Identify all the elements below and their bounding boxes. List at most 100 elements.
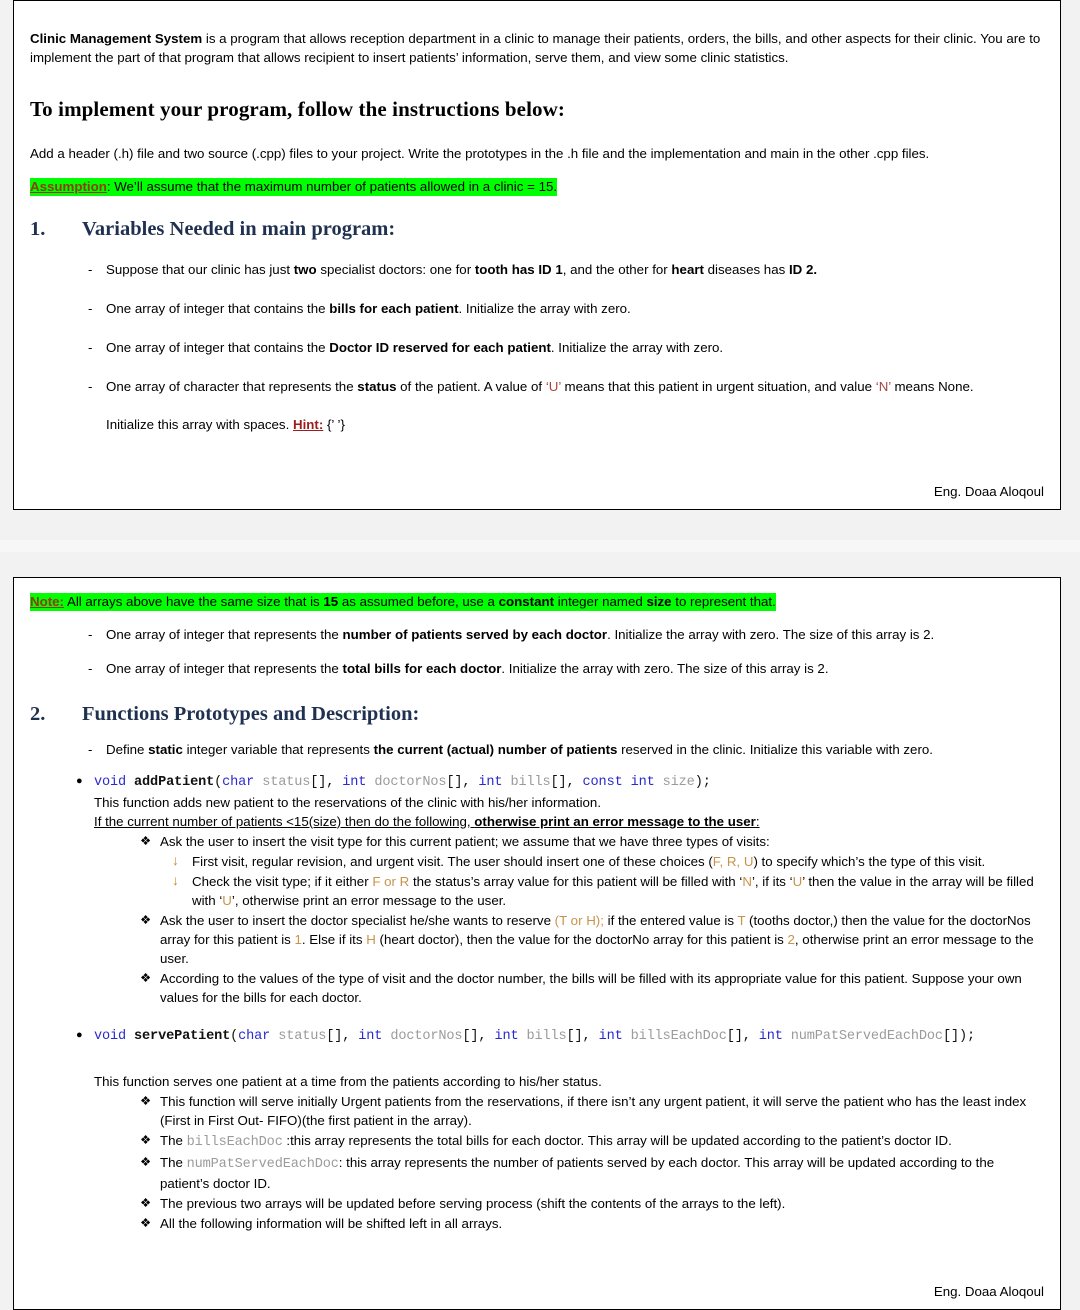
code-token: const	[582, 775, 623, 790]
code-identifier: numPatServedEachDoc	[186, 1157, 339, 1172]
bold-text: two	[293, 262, 317, 277]
code-token: int	[358, 1028, 383, 1044]
text-run: specialist doctors: one for	[316, 262, 475, 277]
hint-label: Hint:	[292, 417, 324, 432]
bold-text: total bills for each doctor	[342, 661, 502, 676]
section-1-title: Variables Needed in main program:	[82, 218, 396, 240]
serve-function-list: void servePatient(char status[], int doc…	[30, 1026, 1044, 1047]
add-patient-bullets: Ask the user to insert the visit type fo…	[30, 832, 1044, 1007]
choice-char: F, R, U	[712, 853, 754, 869]
choice-char: 2	[787, 931, 795, 947]
serve-patient-description: This function serves one patient at a ti…	[94, 1074, 602, 1089]
arrow-bullet-list: First visit, regular revision, and urgen…	[30, 851, 1044, 910]
bold-text: static	[148, 742, 183, 757]
text-run: According to the values of the type of v…	[160, 970, 1022, 1005]
text-run: ’, otherwise print an error message to t…	[231, 892, 507, 908]
code-token: [],	[446, 775, 479, 790]
diamond-bullet-item: Ask the user to insert the visit type fo…	[30, 832, 1044, 851]
code-token: [],	[726, 1028, 759, 1044]
text-run: The	[160, 1133, 187, 1148]
list-item: One array of integer that represents the…	[30, 659, 1044, 679]
code-token: int	[478, 775, 503, 790]
code-token: int	[494, 1028, 519, 1044]
code-token: char	[238, 1028, 271, 1044]
note-label: Note:	[30, 594, 64, 609]
code-token: [],	[566, 1028, 599, 1044]
text-run: Ask the user to insert the doctor specia…	[160, 912, 555, 928]
function-list: void addPatient(char status[], int docto…	[30, 772, 1044, 793]
text-run: if the entered value is	[603, 912, 738, 928]
text-run: The	[160, 1155, 187, 1170]
hint-line: Initialize this array with spaces. Hint:…	[30, 415, 1044, 435]
code-token: doctorNos	[390, 1028, 463, 1044]
text-run: . Initialize the array with zero.	[458, 301, 631, 316]
text-run: . Else if its	[301, 931, 367, 947]
text-run: . Initialize the array with zero. The si…	[501, 661, 829, 676]
text-run: integer named	[554, 594, 647, 609]
serve-patient-function: void servePatient(char status[], int doc…	[30, 1026, 1044, 1047]
intro-paragraph: Clinic Management System is a program th…	[30, 29, 1044, 67]
code-token: char	[222, 775, 255, 790]
choice-char: (T or H);	[554, 912, 604, 928]
diamond-bullet-item: According to the values of the type of v…	[30, 969, 1044, 1007]
text-run: means that this patient in urgent situat…	[560, 379, 876, 394]
assumption-row: Assumption: We’ll assume that the maximu…	[30, 177, 1044, 196]
note-highlight: Note: All arrays above have the same siz…	[30, 593, 776, 611]
serve-patient-bullets: This function will serve initially Urgen…	[30, 1092, 1044, 1233]
add-patient-condition: If the current number of patients <15(si…	[30, 812, 1044, 831]
text-run: One array of integer that represents the	[106, 627, 343, 642]
code-token: void	[94, 1028, 127, 1044]
choice-char: 1	[294, 931, 302, 947]
text-run: to represent that.	[671, 594, 776, 609]
arrow-bullet-item: First visit, regular revision, and urgen…	[30, 851, 1044, 871]
bold-text: Doctor ID reserved for each patient	[329, 340, 551, 355]
section-2-heading: 2. Functions Prototypes and Description:	[30, 703, 1044, 726]
list-item: Define static integer variable that repr…	[30, 740, 1044, 760]
assumption-label: Assumption	[30, 179, 107, 194]
list-item: One array of integer that represents the…	[30, 625, 1044, 645]
code-token: int	[758, 1028, 783, 1044]
list-item: Suppose that our clinic has just two spe…	[30, 260, 1044, 280]
code-token: numPatServedEachDoc	[790, 1028, 943, 1044]
text-run: of the patient. A value of	[396, 379, 546, 394]
code-token: [],	[326, 1028, 359, 1044]
code-token: bills	[510, 775, 551, 790]
add-patient-function: void addPatient(char status[], int docto…	[30, 772, 1044, 793]
choice-char: U	[792, 873, 803, 889]
code-token: billsEachDoc	[630, 1028, 727, 1044]
code-identifier: billsEachDoc	[186, 1135, 283, 1150]
text-run: Define	[106, 742, 149, 757]
text-run: . Initialize the array with zero.	[550, 340, 724, 355]
code-token: [],	[550, 775, 583, 790]
section-2-title: Functions Prototypes and Description:	[82, 703, 420, 725]
text-run: :this array represents the total bills f…	[282, 1133, 952, 1148]
text-run: One array of character that represents t…	[106, 379, 358, 394]
text-run: , and the other for	[562, 262, 672, 277]
status-char: ‘U’	[545, 379, 561, 394]
text-run: . Initialize the array with zero. The si…	[607, 627, 935, 642]
text-run: diseases has	[703, 262, 789, 277]
condition-tail: :	[755, 813, 760, 829]
code-token: void	[94, 775, 127, 790]
serve-patient-prototype: void servePatient(char status[], int doc…	[94, 1027, 1044, 1047]
text-run: ’, if its ‘	[751, 873, 793, 889]
hint-value: {’ ’}	[323, 417, 345, 432]
code-token: [],	[462, 1028, 495, 1044]
program-title: Clinic Management System	[30, 31, 203, 46]
document-page-2: Note: All arrays above have the same siz…	[13, 577, 1061, 1310]
text-run: All the following information will be sh…	[160, 1216, 503, 1231]
text-run: ) to specify which’s the type of this vi…	[753, 853, 986, 869]
document-page-1: Clinic Management System is a program th…	[13, 0, 1061, 510]
diamond-bullet-item: The billsEachDoc :this array represents …	[30, 1131, 1044, 1152]
list-item: One array of character that represents t…	[30, 377, 1044, 397]
diamond-bullet-item: This function will serve initially Urgen…	[30, 1092, 1044, 1130]
text-run: One array of integer that contains the	[106, 301, 330, 316]
code-token: status	[278, 1028, 327, 1044]
code-token: doctorNos	[374, 775, 447, 790]
code-token: int	[342, 775, 367, 790]
text-run: means None.	[890, 379, 974, 394]
text-run: Check the visit type; if it either	[192, 873, 373, 889]
